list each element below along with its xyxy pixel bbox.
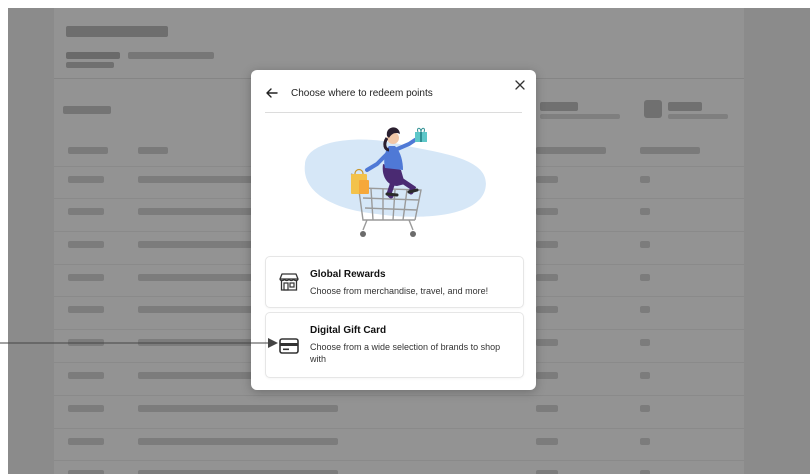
background-table-cell xyxy=(536,405,558,412)
background-table-cell xyxy=(138,405,338,412)
background-table-cell xyxy=(536,176,558,183)
background-page-title xyxy=(66,26,168,37)
background-column-header xyxy=(640,147,700,154)
pointer-arrow-icon xyxy=(0,338,278,348)
background-table-cell xyxy=(68,372,104,379)
background-tab-active xyxy=(66,52,120,59)
background-column-header xyxy=(138,147,168,154)
global-rewards-description: Choose from merchandise, travel, and mor… xyxy=(310,286,489,296)
background-table-cell xyxy=(68,274,104,281)
background-tab xyxy=(128,52,214,59)
background-table-cell xyxy=(536,438,558,445)
background-table-cell xyxy=(536,241,558,248)
background-table-cell xyxy=(640,438,650,445)
shopping-cart-illustration xyxy=(304,127,486,237)
background-table-cell xyxy=(640,241,650,248)
background-table-cell xyxy=(68,208,104,215)
background-table-cell xyxy=(68,241,104,248)
background-table-cell xyxy=(68,405,104,412)
background-column-header xyxy=(68,147,108,154)
background-table-cell xyxy=(536,372,558,379)
background-table-cell xyxy=(640,339,650,346)
background-table-cell xyxy=(640,306,650,313)
global-rewards-option[interactable]: Global Rewards Choose from merchandise, … xyxy=(265,256,524,308)
modal-title: Choose where to redeem points xyxy=(291,88,433,99)
background-table-cell xyxy=(536,470,558,474)
background-column-header xyxy=(536,147,606,154)
background-tab-active-sub xyxy=(66,62,114,68)
background-table-cell xyxy=(138,470,338,474)
background-table-cell xyxy=(138,438,338,445)
background-row-divider xyxy=(54,428,744,429)
background-stat-caption xyxy=(540,114,620,119)
close-icon[interactable] xyxy=(513,78,527,92)
background-table-cell xyxy=(68,438,104,445)
digital-gift-card-title: Digital Gift Card xyxy=(310,325,387,336)
background-table-cell xyxy=(68,176,104,183)
background-table-cell xyxy=(536,208,558,215)
background-stat-value xyxy=(668,102,702,111)
modal-divider xyxy=(265,112,522,113)
background-table-cell xyxy=(640,405,650,412)
background-row-divider xyxy=(54,395,744,396)
background-table-cell xyxy=(536,274,558,281)
background-table-cell xyxy=(536,339,558,346)
background-table-cell xyxy=(640,470,650,474)
background-table-cell xyxy=(640,274,650,281)
global-rewards-title: Global Rewards xyxy=(310,269,386,280)
background-table-cell xyxy=(640,372,650,379)
background-row-divider xyxy=(54,460,744,461)
back-arrow-icon[interactable] xyxy=(265,86,279,100)
background-table-cell xyxy=(68,470,104,474)
digital-gift-card-description: Choose from a wide selection of brands t… xyxy=(310,342,501,364)
digital-gift-card-option[interactable]: Digital Gift Card Choose from a wide sel… xyxy=(265,312,524,378)
background-stat-caption xyxy=(668,114,728,119)
background-section-label xyxy=(63,106,111,114)
background-table-cell xyxy=(68,306,104,313)
background-stat-value xyxy=(540,102,578,111)
background-table-cell xyxy=(536,306,558,313)
background-stat-icon xyxy=(644,100,662,118)
storefront-icon xyxy=(279,273,299,291)
background-table-cell xyxy=(640,208,650,215)
background-table-cell xyxy=(640,176,650,183)
